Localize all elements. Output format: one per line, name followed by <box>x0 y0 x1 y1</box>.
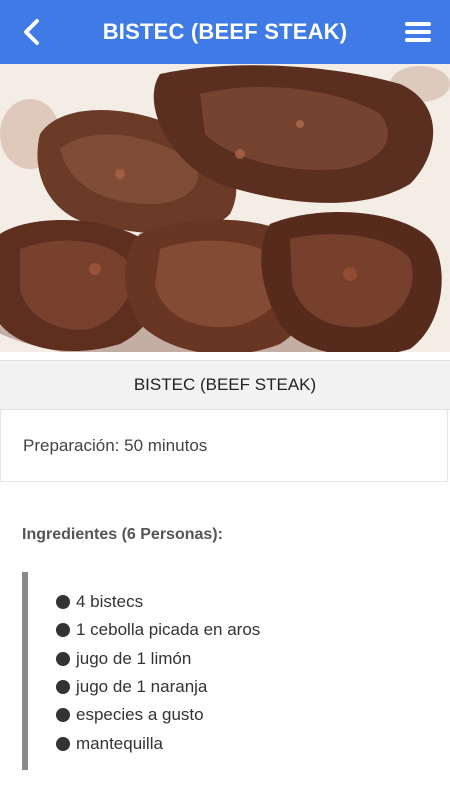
bullet-icon <box>56 736 70 751</box>
list-item: jugo de 1 limón <box>56 645 422 673</box>
ingredient-text: 4 bistecs <box>76 592 144 612</box>
bullet-icon <box>56 708 70 723</box>
chevron-left-icon <box>24 19 39 45</box>
recipe-name: BISTEC (BEEF STEAK) <box>0 360 450 410</box>
bullet-icon <box>56 651 70 666</box>
recipe-photo <box>0 64 450 352</box>
ingredient-text: 1 cebolla picada en aros <box>76 620 261 640</box>
ingredients-heading: Ingredientes (6 Personas): <box>22 526 223 543</box>
bullet-icon <box>56 595 70 610</box>
page-title: BISTEC (BEEF STEAK) <box>102 19 348 44</box>
hamburger-menu-icon <box>405 22 431 42</box>
back-button[interactable] <box>14 14 50 50</box>
ingredient-text: jugo de 1 limón <box>76 648 192 668</box>
list-item: especies a gusto <box>56 701 422 729</box>
list-item: 1 cebolla picada en aros <box>56 616 422 644</box>
ingredient-text: mantequilla <box>76 733 163 753</box>
list-item: jugo de 1 naranja <box>56 673 422 701</box>
bullet-icon <box>56 623 70 638</box>
preparation-time: Preparación: 50 minutos <box>0 410 448 482</box>
app-bar: BISTEC (BEEF STEAK) <box>0 0 450 64</box>
menu-button[interactable] <box>400 14 436 50</box>
list-item: mantequilla <box>56 729 422 757</box>
list-item: 4 bistecs <box>56 588 422 616</box>
ingredient-text: jugo de 1 naranja <box>76 677 208 697</box>
ingredients-list: 4 bistecs 1 cebolla picada en aros jugo … <box>22 572 422 770</box>
ingredient-text: especies a gusto <box>76 705 204 725</box>
beef-steak-image <box>0 64 450 352</box>
bullet-icon <box>56 680 70 695</box>
